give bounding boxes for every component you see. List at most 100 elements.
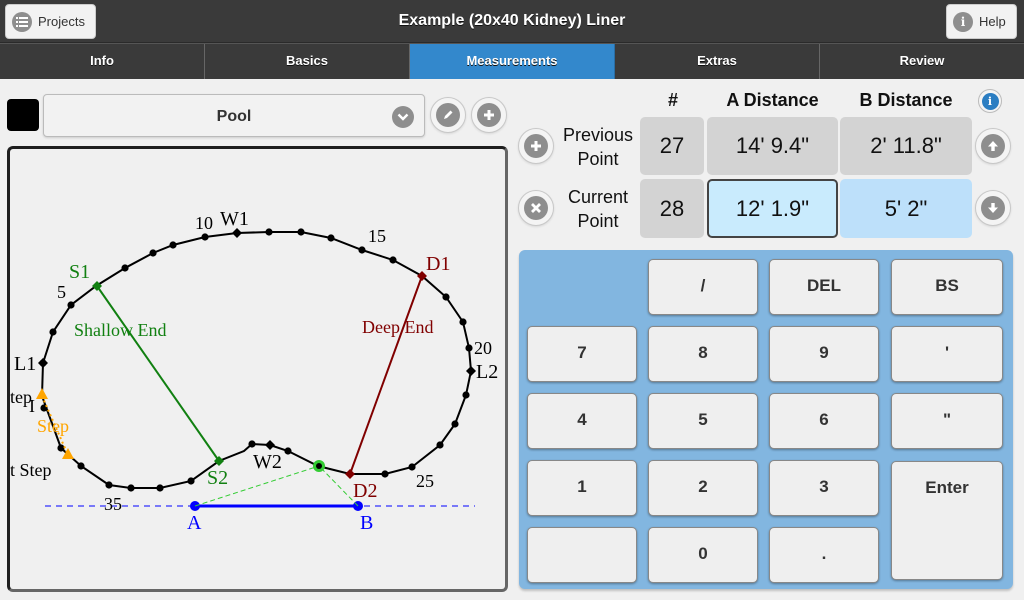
- previous-b-distance[interactable]: 2' 11.8": [840, 117, 972, 175]
- add-point-button[interactable]: [518, 128, 554, 164]
- l1-marker: [38, 358, 48, 368]
- key-enter[interactable]: Enter: [891, 461, 1003, 580]
- color-swatch[interactable]: [7, 99, 39, 131]
- shape-select[interactable]: Pool: [43, 94, 425, 137]
- label-s1: S1: [69, 261, 90, 283]
- measurements-info-button[interactable]: i: [978, 89, 1002, 113]
- key-del[interactable]: DEL: [769, 259, 879, 315]
- help-label: Help: [979, 14, 1006, 29]
- add-shape-button[interactable]: [471, 97, 507, 133]
- info-icon: i: [981, 92, 999, 110]
- key-3[interactable]: 3: [769, 460, 879, 516]
- key-decimal[interactable]: .: [769, 527, 879, 583]
- label-w2: W2: [253, 451, 282, 473]
- key-inches[interactable]: ": [891, 393, 1003, 449]
- pool-diagram-canvas[interactable]: 5 10 W1 15 D1 20 L2 L1 S1 Shallow End Deep End tep I…: [7, 146, 508, 592]
- outline-point: [248, 440, 256, 448]
- help-button[interactable]: i Help: [946, 4, 1017, 39]
- pencil-icon: [436, 103, 460, 127]
- current-a-distance-input[interactable]: 12' 1.9": [707, 179, 838, 238]
- outline-point: [187, 477, 195, 485]
- key-feet[interactable]: ': [891, 326, 1003, 382]
- previous-point-up-button[interactable]: [975, 128, 1011, 164]
- outline-point: [156, 484, 164, 492]
- arrow-up-icon: [981, 134, 1005, 158]
- label-step-left2: t Step: [10, 460, 52, 480]
- key-slash[interactable]: /: [648, 259, 758, 315]
- delete-point-button[interactable]: [518, 190, 554, 226]
- outline-point: [358, 246, 366, 254]
- pool-diagram: 510 W115D120L2L1S1Shallow End Deep EndtepI…: [10, 208, 498, 534]
- key-0[interactable]: 0: [648, 527, 758, 583]
- label-deep-end: Deep End: [362, 317, 433, 337]
- outline-point: [201, 233, 209, 241]
- current-point-down-button[interactable]: [975, 190, 1011, 226]
- deep-end-line: [349, 275, 423, 475]
- label-10: 10: [195, 213, 213, 233]
- previous-point-label: Previous Point: [556, 123, 640, 171]
- outline-point: [77, 462, 85, 470]
- outline-point: [451, 420, 459, 428]
- arrow-down-icon: [981, 196, 1005, 220]
- key-2[interactable]: 2: [648, 460, 758, 516]
- label-d1: D1: [426, 253, 450, 275]
- key-1[interactable]: 1: [527, 460, 637, 516]
- label-a: A: [187, 512, 202, 534]
- label-step-i: I: [29, 396, 35, 416]
- outline-point: [57, 444, 65, 452]
- current-label-line2: Point: [577, 211, 619, 231]
- outline-point: [105, 481, 113, 489]
- tab-measurements[interactable]: Measurements: [410, 44, 615, 79]
- outline-point: [389, 256, 397, 264]
- key-4[interactable]: 4: [527, 393, 637, 449]
- chevron-down-icon: [392, 106, 414, 128]
- label-15: 15: [368, 226, 386, 246]
- column-number-header: #: [667, 90, 678, 110]
- outline-point: [442, 293, 450, 301]
- outline-point: [284, 447, 292, 455]
- label-s2: S2: [207, 467, 228, 489]
- label-5: 5: [57, 282, 66, 302]
- label-d2: D2: [353, 480, 377, 502]
- key-5[interactable]: 5: [648, 393, 758, 449]
- label-step: Step: [37, 416, 69, 436]
- pool-outline: [41, 231, 473, 489]
- label-25: 25: [416, 471, 434, 491]
- outline-point: [462, 391, 470, 399]
- outline-point: [67, 301, 75, 309]
- outline-point: [297, 228, 305, 236]
- column-a-distance-header: A Distance: [726, 90, 819, 110]
- previous-a-distance[interactable]: 14' 9.4": [707, 117, 838, 175]
- label-b: B: [360, 512, 373, 534]
- outline-point: [121, 264, 129, 272]
- key-6[interactable]: 6: [769, 393, 879, 449]
- column-b-distance-header: B Distance: [859, 90, 953, 110]
- current-point-center: [316, 463, 322, 469]
- page-title: Example (20x40 Kidney) Liner: [398, 12, 626, 29]
- tab-info[interactable]: Info: [0, 44, 205, 79]
- key-7[interactable]: 7: [527, 326, 637, 382]
- app-header: Projects Example (20x40 Kidney) Liner i …: [0, 0, 1024, 43]
- l2-marker: [466, 366, 476, 376]
- key-blank[interactable]: [527, 527, 637, 583]
- tab-extras[interactable]: Extras: [615, 44, 820, 79]
- tab-review[interactable]: Review: [820, 44, 1024, 79]
- outline-point: [436, 441, 444, 449]
- current-label-line1: Current: [567, 187, 629, 207]
- numeric-keypad: / DEL BS 7 8 9 ' 4 5 6 " 1 2 3 Enter 0 .: [519, 250, 1013, 589]
- outline-point: [459, 318, 467, 326]
- edit-shape-button[interactable]: [430, 97, 466, 133]
- key-8[interactable]: 8: [648, 326, 758, 382]
- key-9[interactable]: 9: [769, 326, 879, 382]
- current-b-distance-input[interactable]: 5' 2": [840, 179, 972, 238]
- shallow-end-line: [96, 285, 220, 462]
- label-35: 35: [104, 494, 122, 514]
- outline-point: [127, 484, 135, 492]
- current-point-label: Current Point: [556, 185, 640, 233]
- key-bs[interactable]: BS: [891, 259, 1003, 315]
- plus-icon: [524, 134, 548, 158]
- tab-basics[interactable]: Basics: [205, 44, 410, 79]
- previous-label-line1: Previous: [562, 125, 634, 145]
- outline-point: [381, 470, 389, 478]
- label-shallow-end: Shallow End: [74, 320, 167, 340]
